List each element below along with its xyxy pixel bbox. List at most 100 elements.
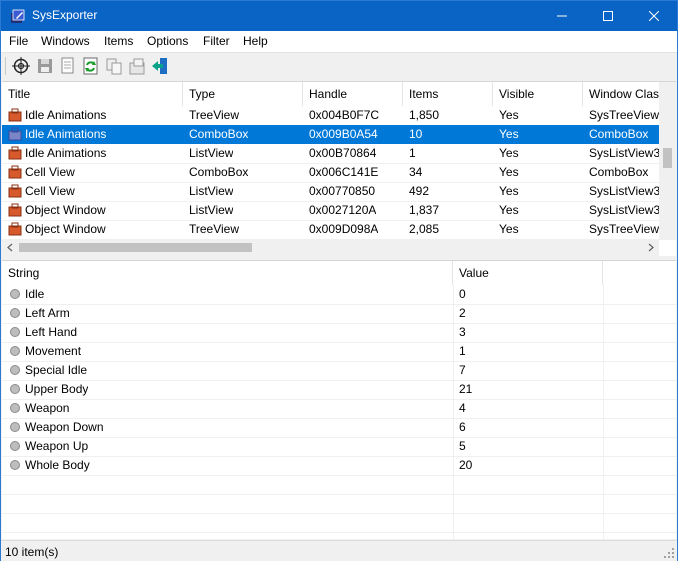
cell-type: ComboBox — [189, 165, 249, 179]
windows-list[interactable]: Title Type Handle Items Visible Window C… — [2, 81, 676, 257]
column-type[interactable]: Type — [183, 82, 303, 106]
table-row[interactable]: Idle Animations ListView 0x00B70864 1 Ye… — [2, 144, 676, 164]
target-icon[interactable] — [12, 57, 30, 75]
toolbox-icon — [8, 184, 22, 198]
table-row[interactable]: Idle Animations TreeView 0x004B0F7C 1,85… — [2, 106, 676, 126]
cell-handle: 0x00770850 — [309, 184, 376, 198]
horizontal-scrollbar[interactable] — [2, 239, 659, 256]
list-item[interactable]: Upper Body 21 — [2, 380, 676, 400]
table-row-selected[interactable]: Idle Animations ComboBox 0x009B0A54 10 Y… — [2, 125, 676, 144]
cell-handle: 0x009B0A54 — [309, 127, 378, 141]
resize-grip-icon[interactable] — [663, 547, 675, 559]
vertical-scrollbar[interactable] — [659, 82, 676, 240]
title-bar[interactable]: SysExporter — [1, 1, 677, 31]
list-item[interactable]: Movement 1 — [2, 342, 676, 362]
menu-help[interactable]: Help — [243, 34, 268, 48]
circle-icon — [9, 325, 23, 339]
close-button[interactable] — [631, 1, 677, 31]
toolbar-separator — [5, 57, 6, 75]
properties-icon[interactable] — [128, 57, 146, 75]
document-icon[interactable] — [59, 57, 77, 75]
app-window: SysExporter File Windows Items Options F… — [0, 0, 678, 561]
cell-title: Cell View — [25, 184, 75, 198]
cell-title: Idle Animations — [25, 146, 107, 160]
cell-string: Weapon Up — [25, 439, 89, 453]
minimize-button[interactable] — [539, 1, 585, 31]
cell-visible: Yes — [499, 127, 519, 141]
toolbox-icon — [8, 203, 22, 217]
windows-list-header: Title Type Handle Items Visible Window C… — [2, 82, 676, 106]
table-row[interactable]: Object Window ListView 0x0027120A 1,837 … — [2, 201, 676, 221]
cell-string: Whole Body — [25, 458, 90, 472]
menu-bar: File Windows Items Options Filter Help — [1, 31, 677, 52]
column-items[interactable]: Items — [403, 82, 493, 106]
menu-items[interactable]: Items — [104, 34, 133, 48]
cell-items: 10 — [409, 127, 423, 141]
circle-icon — [9, 287, 23, 301]
column-string[interactable]: String — [2, 261, 453, 285]
scrollbar-thumb[interactable] — [663, 148, 672, 168]
cell-items: 34 — [409, 165, 423, 179]
list-item[interactable]: Special Idle 7 — [2, 361, 676, 381]
column-value[interactable]: Value — [453, 261, 603, 285]
circle-icon — [9, 306, 23, 320]
menu-filter[interactable]: Filter — [203, 34, 230, 48]
cell-value: 3 — [459, 325, 466, 339]
chevron-right-icon[interactable] — [646, 243, 655, 252]
column-title[interactable]: Title — [2, 82, 183, 106]
cell-items: 1 — [409, 146, 416, 160]
menu-windows[interactable]: Windows — [41, 34, 90, 48]
status-bar: 10 item(s) — [1, 540, 677, 561]
cell-title: Object Window — [25, 222, 106, 236]
cell-items: 1,837 — [409, 203, 440, 217]
cell-type: ListView — [189, 146, 234, 160]
list-item[interactable]: Weapon Down 6 — [2, 418, 676, 438]
cell-value: 5 — [459, 439, 466, 453]
list-item[interactable]: Weapon Up 5 — [2, 437, 676, 457]
cell-string: Idle — [25, 287, 45, 301]
cell-title: Idle Animations — [25, 108, 107, 122]
cell-title: Idle Animations — [25, 127, 107, 141]
empty-row — [2, 475, 676, 495]
maximize-button[interactable] — [585, 1, 631, 31]
menu-options[interactable]: Options — [147, 34, 188, 48]
list-item[interactable]: Weapon 4 — [2, 399, 676, 419]
items-list[interactable]: String Value Idle 0 Left Arm 2 Left Hand… — [2, 260, 676, 539]
column-handle[interactable]: Handle — [303, 82, 403, 106]
cell-class: SysListView32 — [589, 146, 659, 160]
cell-visible: Yes — [499, 146, 519, 160]
list-item[interactable]: Left Arm 2 — [2, 304, 676, 324]
save-icon[interactable] — [36, 57, 54, 75]
scrollbar-thumb[interactable] — [19, 243, 252, 252]
cell-type: TreeView — [189, 222, 240, 236]
cell-value: 20 — [459, 458, 473, 472]
column-window-class[interactable]: Window Class — [583, 82, 659, 106]
list-item[interactable]: Left Hand 3 — [2, 323, 676, 343]
maximize-icon — [603, 11, 613, 21]
toolbar — [1, 52, 677, 80]
menu-file[interactable]: File — [9, 34, 28, 48]
table-row[interactable]: Cell View ListView 0x00770850 492 Yes Sy… — [2, 182, 676, 202]
chevron-left-icon[interactable] — [6, 243, 15, 252]
exit-icon[interactable] — [151, 57, 169, 75]
column-visible[interactable]: Visible — [493, 82, 583, 106]
cell-string: Movement — [25, 344, 82, 358]
cell-items: 1,850 — [409, 108, 440, 122]
circle-icon — [9, 439, 23, 453]
copy-icon[interactable] — [105, 57, 123, 75]
list-item[interactable]: Idle 0 — [2, 285, 676, 305]
empty-row — [2, 513, 676, 533]
window-title: SysExporter — [32, 8, 98, 22]
cell-handle: 0x0027120A — [309, 203, 377, 217]
table-row[interactable]: Object Window TreeView 0x009D098A 2,085 … — [2, 220, 676, 240]
cell-value: 6 — [459, 420, 466, 434]
cell-value: 2 — [459, 306, 466, 320]
cell-class: ComboBox — [589, 165, 649, 179]
cell-string: Weapon Down — [25, 420, 104, 434]
circle-icon — [9, 401, 23, 415]
cell-handle: 0x00B70864 — [309, 146, 377, 160]
refresh-icon[interactable] — [82, 57, 100, 75]
cell-visible: Yes — [499, 165, 519, 179]
list-item[interactable]: Whole Body 20 — [2, 456, 676, 476]
table-row[interactable]: Cell View ComboBox 0x006C141E 34 Yes Com… — [2, 163, 676, 183]
